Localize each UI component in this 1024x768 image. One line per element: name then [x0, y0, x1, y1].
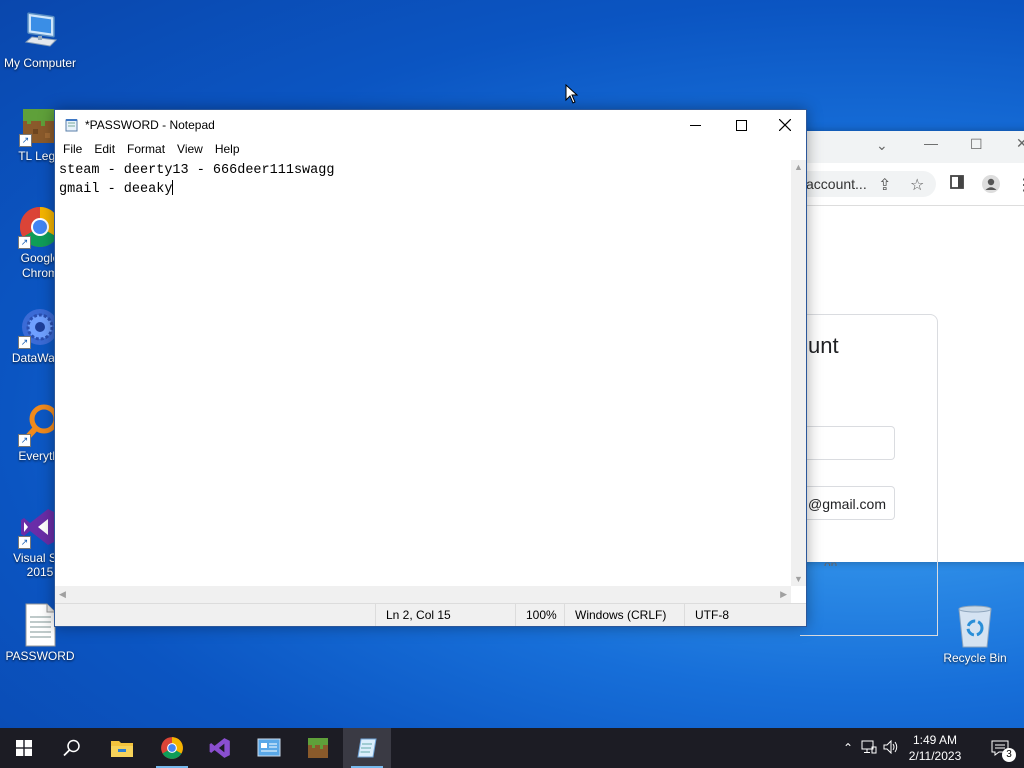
- status-bar: Ln 2, Col 15 100% Windows (CRLF) UTF-8: [55, 603, 806, 626]
- chrome-icon: [161, 737, 183, 759]
- shortcut-arrow-icon: ↗: [18, 236, 31, 249]
- scroll-down-icon[interactable]: ▼: [794, 574, 803, 584]
- line-ending: Windows (CRLF): [564, 604, 675, 626]
- text-line: steam - deerty13 - 666deer111swagg: [59, 163, 335, 178]
- maximize-icon[interactable]: ☐: [970, 136, 983, 153]
- profile-avatar-icon[interactable]: [982, 175, 1000, 198]
- close-button[interactable]: [762, 110, 808, 140]
- browser-toolbar: account... ⇪ ☆ ⋮: [800, 163, 1024, 206]
- taskbar-search-button[interactable]: [48, 728, 96, 768]
- recycle-bin-icon: [955, 603, 995, 649]
- taskbar: ⌃ 1:49 AM 2/11/2023 3: [0, 728, 1024, 768]
- notification-count-badge: 3: [1002, 748, 1016, 762]
- system-tray: ⌃: [838, 728, 902, 768]
- text-editor[interactable]: steam - deerty13 - 666deer111swagg gmail …: [55, 160, 791, 586]
- address-bar-text: account...: [806, 176, 867, 192]
- menu-edit[interactable]: Edit: [88, 140, 121, 160]
- browser-titlebar[interactable]: ⌄ — ☐ ✕: [800, 131, 1024, 163]
- horizontal-scrollbar[interactable]: ◀ ▶: [55, 586, 791, 604]
- taskbar-chrome[interactable]: [148, 728, 196, 768]
- bookmark-star-icon[interactable]: ☆: [910, 175, 924, 195]
- search-icon: [63, 739, 80, 757]
- shortcut-arrow-icon: ↗: [18, 434, 31, 447]
- text-file-icon: [23, 603, 57, 647]
- taskbar-clock[interactable]: 1:49 AM 2/11/2023: [902, 732, 968, 764]
- scroll-up-icon[interactable]: ▲: [794, 162, 803, 172]
- vertical-scrollbar[interactable]: ▲ ▼: [791, 160, 806, 586]
- shortcut-arrow-icon: ↗: [18, 536, 31, 549]
- menu-file[interactable]: File: [57, 140, 88, 160]
- browser-content: unt @gmail.com on: [800, 206, 1024, 636]
- text-line-with-caret: gmail - deeaky: [59, 180, 787, 199]
- start-button[interactable]: [0, 728, 48, 768]
- shortcut-arrow-icon: ↗: [18, 336, 31, 349]
- maximize-icon: [735, 119, 747, 131]
- text-caret: [172, 180, 174, 195]
- taskbar-visual-studio[interactable]: [196, 728, 244, 768]
- control-panel-icon: [257, 738, 281, 757]
- menu-format[interactable]: Format: [121, 140, 171, 160]
- more-menu-icon[interactable]: ⋮: [1016, 175, 1024, 195]
- zoom-level: 100%: [515, 604, 566, 626]
- email-suffix: @gmail.com: [808, 496, 887, 512]
- signup-card: [800, 314, 938, 636]
- scroll-right-icon[interactable]: ▶: [780, 589, 787, 600]
- close-icon: [779, 119, 791, 131]
- text-line: gmail - deeaky: [59, 182, 173, 197]
- show-hidden-icons-chevron-up-icon[interactable]: ⌃: [838, 741, 858, 755]
- volume-icon[interactable]: [880, 739, 902, 757]
- notepad-icon: [357, 738, 377, 758]
- share-icon[interactable]: ⇪: [878, 175, 891, 195]
- minimize-icon[interactable]: —: [924, 135, 938, 151]
- encoding: UTF-8: [684, 604, 775, 626]
- cursor-position: Ln 2, Col 15: [375, 604, 506, 626]
- chevron-down-icon[interactable]: ⌄: [876, 137, 888, 154]
- taskbar-file-explorer[interactable]: [98, 728, 146, 768]
- action-center-button[interactable]: 3: [976, 728, 1024, 768]
- taskbar-notepad[interactable]: [343, 728, 391, 768]
- browser-window[interactable]: ⌄ — ☐ ✕ account... ⇪ ☆ ⋮ unt @gmail.com …: [800, 131, 1024, 636]
- menu-help[interactable]: Help: [209, 140, 246, 160]
- notepad-window[interactable]: *PASSWORD - Notepad File Edit Format Vie…: [54, 109, 807, 627]
- menu-bar: File Edit Format View Help: [55, 140, 806, 160]
- side-panel-icon[interactable]: [950, 175, 964, 194]
- shortcut-arrow-icon: ↗: [19, 134, 32, 147]
- desktop-icon-label: My Computer: [3, 56, 77, 70]
- desktop-icon-label: PASSWORD: [5, 649, 75, 663]
- minecraft-icon: [308, 738, 328, 758]
- desktop-icon-label: Recycle Bin: [943, 651, 1007, 665]
- notepad-titlebar[interactable]: *PASSWORD - Notepad: [55, 110, 806, 140]
- start-icon: [16, 740, 32, 756]
- network-icon[interactable]: [858, 740, 880, 757]
- name-field[interactable]: [800, 426, 895, 460]
- window-title: *PASSWORD - Notepad: [85, 118, 215, 132]
- computer-icon: [20, 10, 60, 54]
- taskbar-minecraft[interactable]: [294, 728, 342, 768]
- signup-title: unt: [808, 333, 839, 358]
- desktop-icon-recycle-bin[interactable]: Recycle Bin: [935, 603, 1015, 665]
- file-explorer-icon: [111, 741, 133, 757]
- menu-view[interactable]: View: [171, 140, 209, 160]
- minimize-button[interactable]: [672, 110, 718, 140]
- helper-text: on: [824, 558, 838, 566]
- visual-studio-icon: [209, 738, 230, 758]
- desktop-icon-my-computer[interactable]: My Computer: [0, 10, 80, 70]
- username-field[interactable]: @gmail.com: [800, 486, 895, 520]
- taskbar-control-panel[interactable]: [245, 728, 293, 768]
- minimize-icon: [689, 124, 701, 126]
- notepad-icon: [65, 118, 79, 132]
- clock-time: 1:49 AM: [912, 733, 958, 747]
- clock-date: 2/11/2023: [908, 749, 962, 763]
- scroll-left-icon[interactable]: ◀: [59, 589, 66, 600]
- maximize-button[interactable]: [718, 110, 764, 140]
- mouse-cursor-icon: [565, 83, 579, 109]
- close-icon[interactable]: ✕: [1016, 135, 1024, 152]
